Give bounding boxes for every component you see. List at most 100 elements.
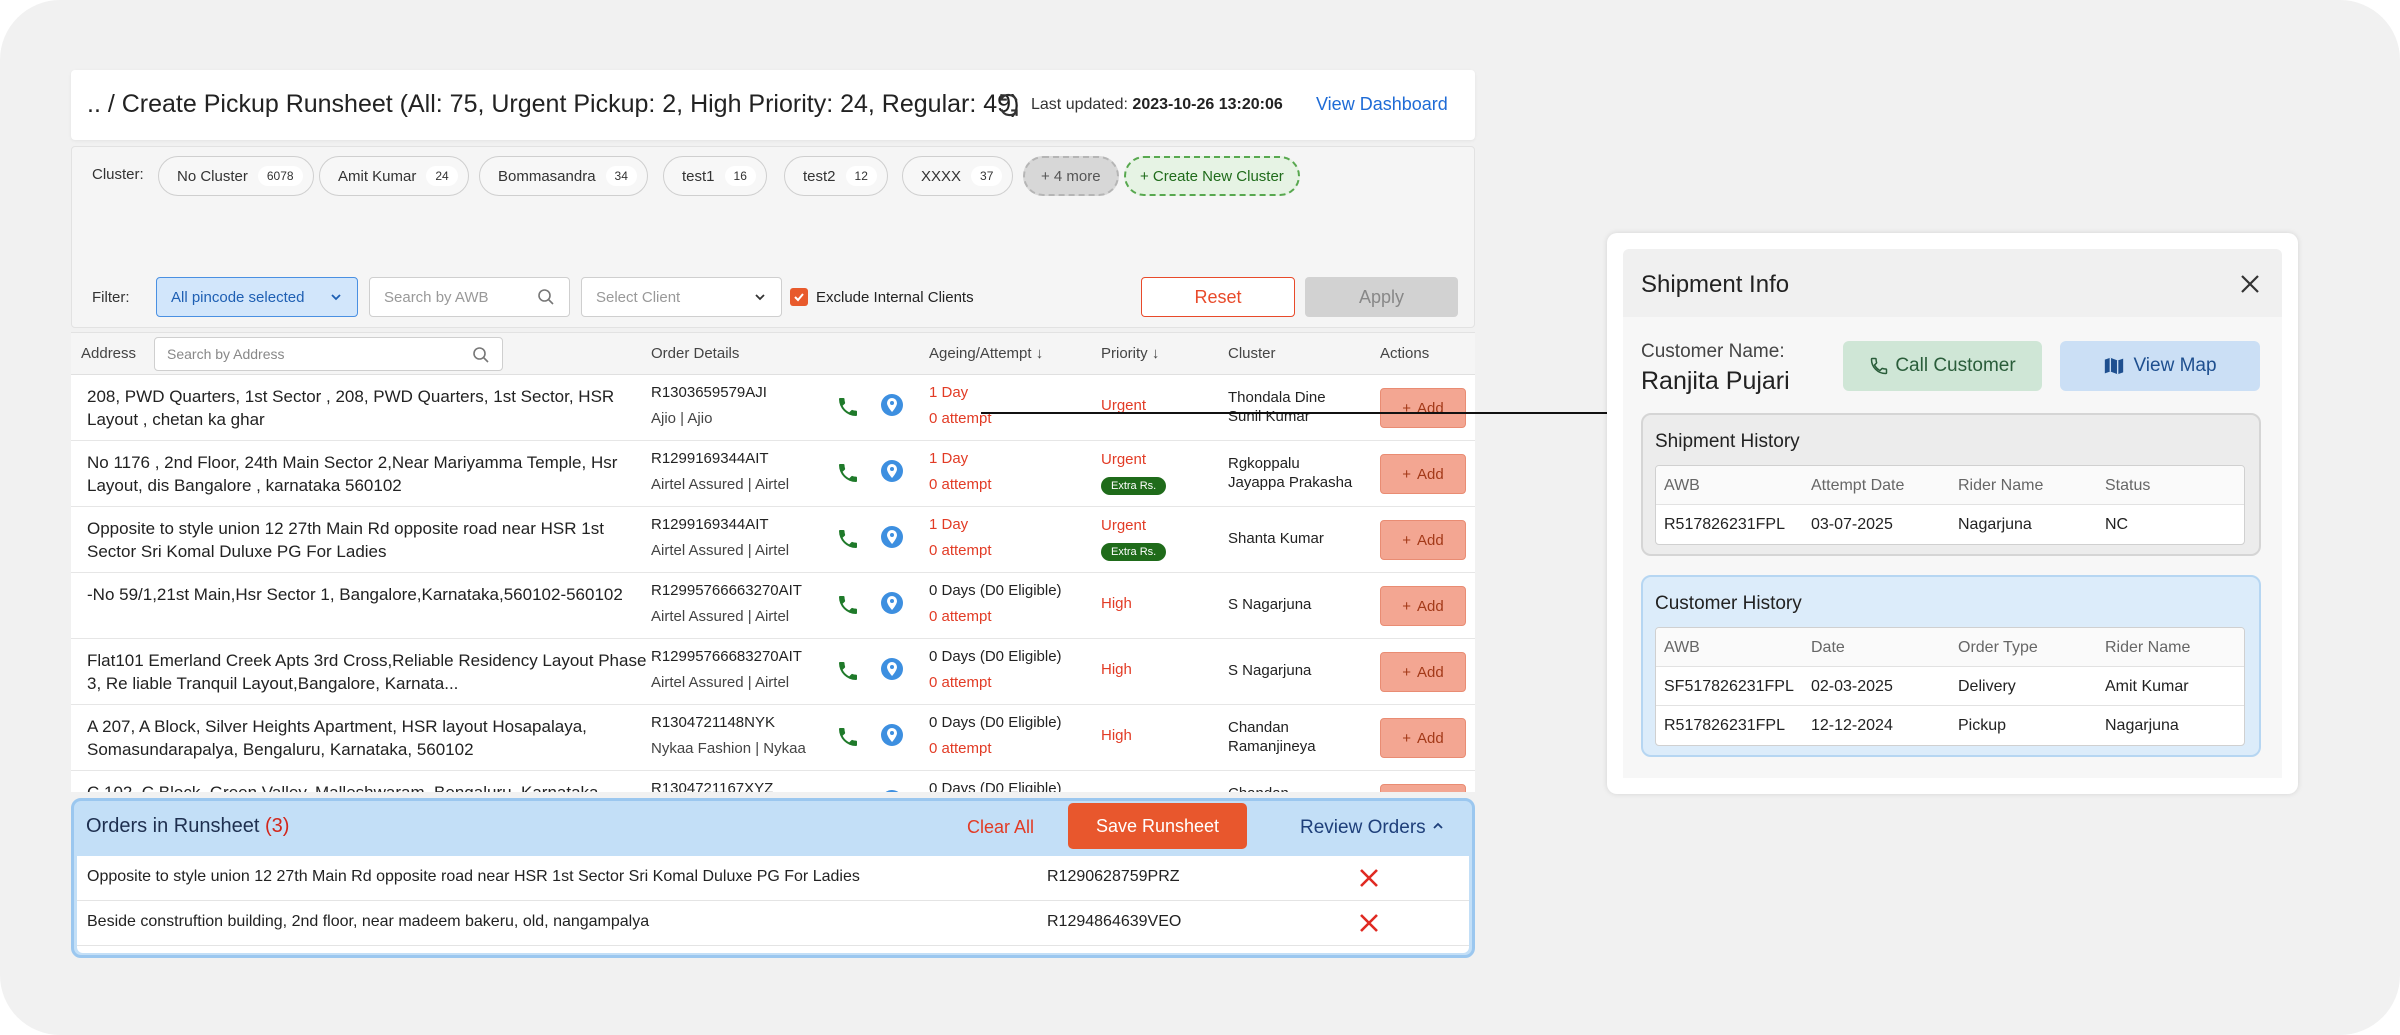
view-map-button[interactable]: View Map — [2060, 341, 2260, 391]
row-client: Airtel Assured | Airtel — [651, 542, 790, 559]
exclude-internal-checkbox[interactable]: Exclude Internal Clients — [790, 277, 990, 317]
phone-icon[interactable] — [836, 659, 860, 683]
view-dashboard-link[interactable]: View Dashboard — [1316, 94, 1448, 115]
shipment-history-title: Shipment History — [1655, 431, 1800, 452]
cluster-name: ChandanRamanjineya — [1228, 784, 1316, 792]
phone-icon[interactable] — [836, 593, 860, 617]
col-cluster: Cluster — [1228, 345, 1276, 362]
phone-icon[interactable] — [836, 725, 860, 749]
chip-name: test2 — [803, 167, 836, 185]
extra-rs-badge: Extra Rs. — [1101, 477, 1167, 495]
row-priority: Urgent — [1101, 451, 1147, 468]
runsheet-drawer: Orders in Runsheet (3) Clear All Save Ru… — [71, 798, 1475, 958]
cluster-chip[interactable]: test2 12 — [784, 156, 888, 196]
add-to-runsheet-button[interactable]: +Add — [1380, 652, 1466, 692]
row-client: Airtel Assured | Airtel — [651, 476, 790, 493]
create-cluster-button[interactable]: + Create New Cluster — [1124, 156, 1300, 196]
runsheet-list: Opposite to style union 12 27th Main Rd … — [77, 856, 1469, 953]
cell: R517826231FPL — [1664, 516, 1785, 533]
map-icon — [2105, 357, 2124, 375]
cluster-chip[interactable]: No Cluster 6078 — [158, 156, 314, 196]
cluster-secondary: Ramanjineya — [1228, 738, 1316, 755]
cluster-primary: Chandan — [1228, 719, 1289, 736]
remove-icon[interactable] — [1357, 866, 1381, 890]
row-ageing: 1 Day — [929, 450, 969, 467]
cluster-name: S Nagarjuna — [1228, 596, 1312, 613]
row-awb: R1304721148NYK — [651, 714, 775, 731]
header-cell: Order Type — [1958, 639, 2038, 656]
chip-name: Bommasandra — [498, 167, 596, 185]
add-to-runsheet-button[interactable]: +Add — [1380, 586, 1466, 626]
chevron-up-icon — [1433, 822, 1443, 829]
reset-button[interactable]: Reset — [1141, 277, 1295, 317]
phone-icon[interactable] — [836, 791, 860, 792]
cluster-chip[interactable]: Bommasandra 34 — [479, 156, 648, 196]
location-pin-icon[interactable] — [880, 525, 904, 551]
cluster-chip[interactable]: Amit Kumar 24 — [319, 156, 469, 196]
location-pin-icon[interactable] — [880, 393, 904, 419]
add-to-runsheet-button[interactable]: +Add — [1380, 718, 1466, 758]
review-orders-toggle[interactable]: Review Orders — [1300, 817, 1445, 839]
row-address: Flat101 Emerland Creek Apts 3rd Cross,Re… — [87, 651, 647, 693]
customer-label: Customer Name: — [1641, 341, 1785, 362]
cluster-chip[interactable]: XXXX 37 — [902, 156, 1014, 196]
chip-count: 12 — [845, 166, 877, 186]
review-orders-label: Review Orders — [1300, 817, 1426, 838]
col-priority[interactable]: Priority ↓ — [1101, 345, 1159, 362]
cell: Amit Kumar — [2105, 678, 2189, 695]
more-clusters-button[interactable]: + 4 more — [1023, 156, 1119, 196]
cell: Nagarjuna — [1958, 516, 2032, 533]
location-pin-icon[interactable] — [880, 591, 904, 617]
row-address: A 207, A Block, Silver Heights Apartment… — [87, 717, 587, 759]
call-customer-button[interactable]: Call Customer — [1843, 341, 2042, 391]
client-select[interactable]: Select Client — [581, 277, 782, 317]
location-pin-icon[interactable] — [880, 723, 904, 749]
cluster-name: Shanta Kumar — [1228, 530, 1324, 547]
phone-icon[interactable] — [836, 527, 860, 551]
address-search-input[interactable]: Search by Address — [154, 337, 503, 371]
location-pin-icon[interactable] — [880, 657, 904, 683]
chevron-down-icon — [331, 294, 341, 301]
table-row: Opposite to style union 12 27th Main Rd … — [71, 507, 1475, 573]
cluster-chip[interactable]: test1 16 — [663, 156, 767, 196]
phone-icon[interactable] — [836, 395, 860, 419]
awb-search-input[interactable]: Search by AWB — [369, 277, 570, 317]
location-pin-icon[interactable] — [880, 789, 904, 792]
row-awb: R1303659579AJI — [651, 384, 767, 401]
header-cell: AWB — [1664, 639, 1700, 656]
row-client: Nykaa Fashion | Nykaa — [651, 740, 806, 757]
close-icon[interactable] — [2239, 273, 2261, 295]
col-priority-label: Priority — [1101, 345, 1148, 362]
add-label: Add — [1417, 531, 1444, 549]
col-ageing[interactable]: Ageing/Attempt ↓ — [929, 345, 1043, 362]
cell: R517826231FPL — [1664, 717, 1785, 734]
pincode-select[interactable]: All pincode selected — [156, 277, 358, 317]
runsheet-awb: R1290628759PRZ — [1047, 868, 1180, 885]
cell: Pickup — [1958, 717, 2007, 734]
page-title: .. / Create Pickup Runsheet (All: 75, Ur… — [87, 90, 1020, 118]
remove-icon[interactable] — [1357, 911, 1381, 935]
last-updated-label: Last updated: — [1031, 96, 1128, 113]
chip-count: 34 — [605, 166, 637, 186]
runsheet-awb: R1294864639VEO — [1047, 913, 1182, 930]
row-priority: Urgent — [1101, 517, 1147, 534]
phone-icon[interactable] — [836, 461, 860, 485]
table-row: R517826231FPL 03-07-2025 Nagarjuna NC — [1656, 505, 2244, 544]
cell: 12-12-2024 — [1811, 717, 1893, 734]
apply-button[interactable]: Apply — [1305, 277, 1458, 317]
view-map-label: View Map — [2133, 355, 2217, 376]
add-to-runsheet-button[interactable]: +Add — [1380, 454, 1466, 494]
header-cell: Status — [2105, 477, 2151, 494]
add-to-runsheet-button[interactable]: +Add — [1380, 520, 1466, 560]
row-ageing: 1 Day — [929, 516, 969, 533]
refresh-icon[interactable] — [996, 92, 1022, 118]
clear-all-button[interactable]: Clear All — [967, 817, 1034, 838]
cell: 02-03-2025 — [1811, 678, 1893, 695]
customer-name: Ranjita Pujari — [1641, 367, 1790, 395]
add-to-runsheet-button[interactable]: +Add — [1380, 784, 1466, 792]
save-runsheet-button[interactable]: Save Runsheet — [1068, 803, 1247, 849]
row-attempt: 0 attempt — [929, 674, 992, 691]
row-client: Airtel Assured | Airtel — [651, 674, 790, 691]
location-pin-icon[interactable] — [880, 459, 904, 485]
table-row: No 1176 , 2nd Floor, 24th Main Sector 2,… — [71, 441, 1475, 507]
